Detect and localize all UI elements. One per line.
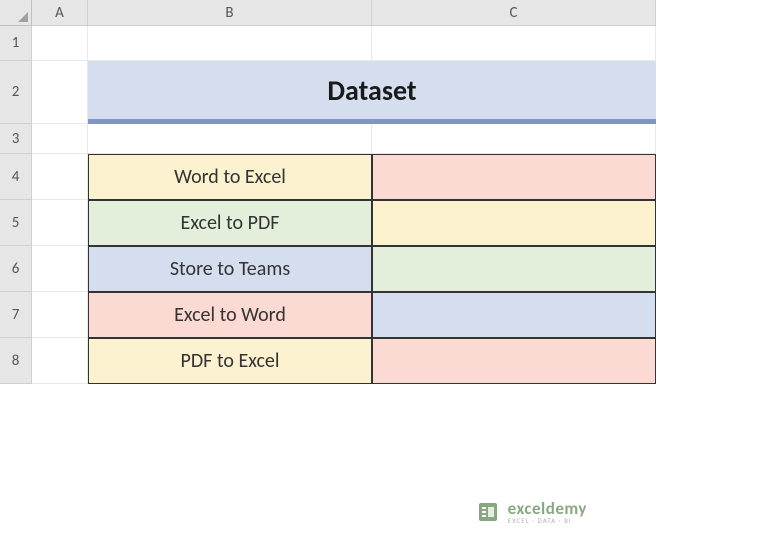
select-all-triangle-icon <box>18 12 28 22</box>
cell-b3[interactable] <box>88 124 372 154</box>
cell-a6[interactable] <box>32 246 88 292</box>
cell-b7[interactable]: Excel to Word <box>88 292 372 338</box>
cell-a2[interactable] <box>32 61 88 124</box>
cell-b1[interactable] <box>88 26 372 61</box>
row-header-8[interactable]: 8 <box>0 338 32 384</box>
cell-b6[interactable]: Store to Teams <box>88 246 372 292</box>
cell-b4[interactable]: Word to Excel <box>88 154 372 200</box>
row-header-7[interactable]: 7 <box>0 292 32 338</box>
cell-c4[interactable] <box>372 154 656 200</box>
watermark-text: exceldemy EXCEL · DATA · BI <box>508 500 587 524</box>
cell-a3[interactable] <box>32 124 88 154</box>
cell-a5[interactable] <box>32 200 88 246</box>
cell-b8[interactable]: PDF to Excel <box>88 338 372 384</box>
cell-c7[interactable] <box>372 292 656 338</box>
column-header-c[interactable]: C <box>372 0 656 26</box>
watermark-brand: exceldemy <box>508 500 587 517</box>
cell-a4[interactable] <box>32 154 88 200</box>
exceldemy-logo-icon <box>476 500 500 524</box>
cell-a7[interactable] <box>32 292 88 338</box>
column-header-b[interactable]: B <box>88 0 372 26</box>
cell-c5[interactable] <box>372 200 656 246</box>
cell-c3[interactable] <box>372 124 656 154</box>
row-header-4[interactable]: 4 <box>0 154 32 200</box>
spreadsheet-grid: A B C 1 2 Dataset 3 4 Word to Excel 5 Ex… <box>0 0 767 384</box>
select-all-corner[interactable] <box>0 0 32 26</box>
watermark: exceldemy EXCEL · DATA · BI <box>476 500 587 524</box>
cell-c8[interactable] <box>372 338 656 384</box>
row-header-3[interactable]: 3 <box>0 124 32 154</box>
row-header-1[interactable]: 1 <box>0 26 32 61</box>
watermark-tagline: EXCEL · DATA · BI <box>508 517 587 524</box>
row-header-5[interactable]: 5 <box>0 200 32 246</box>
row-header-2[interactable]: 2 <box>0 61 32 124</box>
dataset-title[interactable]: Dataset <box>88 61 656 124</box>
cell-a8[interactable] <box>32 338 88 384</box>
cell-b5[interactable]: Excel to PDF <box>88 200 372 246</box>
cell-c1[interactable] <box>372 26 656 61</box>
cell-c6[interactable] <box>372 246 656 292</box>
row-header-6[interactable]: 6 <box>0 246 32 292</box>
column-header-a[interactable]: A <box>32 0 88 26</box>
cell-a1[interactable] <box>32 26 88 61</box>
